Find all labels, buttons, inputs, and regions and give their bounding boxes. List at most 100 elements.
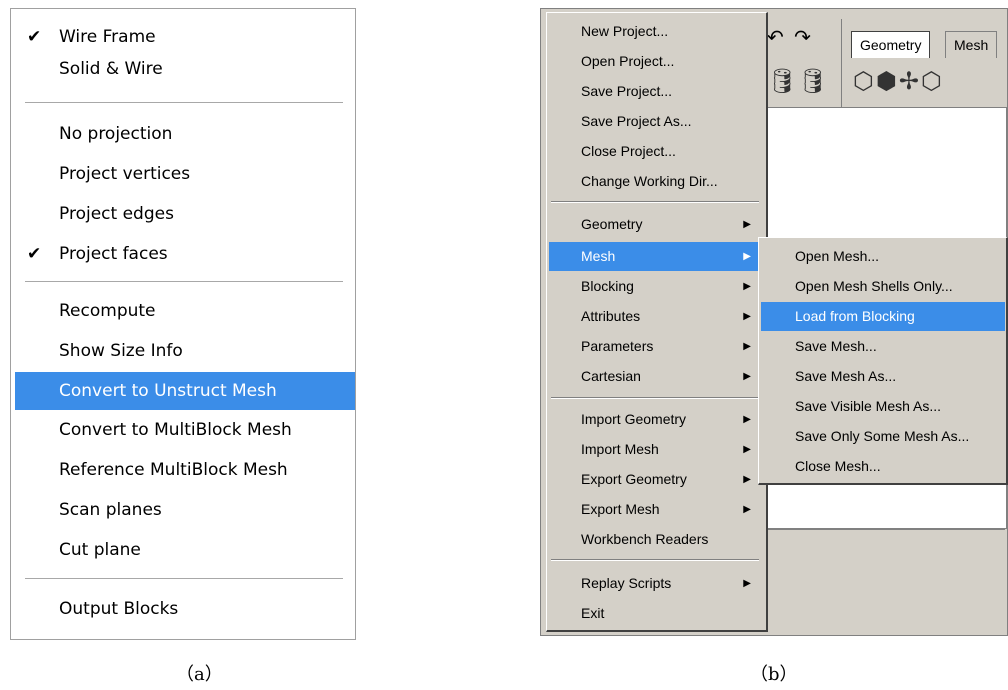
menu-item-change-working-dir[interactable]: Change Working Dir... <box>549 167 763 196</box>
menu-item-label: Save Mesh As... <box>795 368 897 384</box>
display-mode-icons[interactable]: 🛢🛢 <box>767 67 828 95</box>
menu-item-label: Convert to MultiBlock Mesh <box>59 420 292 440</box>
menu-item-label: Change Working Dir... <box>581 173 718 189</box>
menu-item-label: Recompute <box>59 301 156 321</box>
menu-item-label: Close Project... <box>581 143 676 159</box>
submenu-arrow-icon: ▶ <box>743 474 751 485</box>
menu-item-label: Save Project As... <box>581 113 692 129</box>
menu-item-project-edges[interactable]: Project edges <box>11 198 355 230</box>
menu-item-label: Project edges <box>59 204 174 224</box>
menu-item-replay-scripts[interactable]: Replay Scripts ▶ <box>549 569 763 598</box>
menu-item-mesh[interactable]: Mesh ▶ <box>549 242 763 271</box>
menu-item-project-faces[interactable]: ✔ Project faces <box>11 238 355 270</box>
menu-item-project-vertices[interactable]: Project vertices <box>11 158 355 190</box>
menu-item-parameters[interactable]: Parameters ▶ <box>549 332 763 361</box>
menu-item-show-size-info[interactable]: Show Size Info <box>11 335 355 367</box>
menu-item-exit[interactable]: Exit <box>549 599 763 628</box>
menu-item-output-blocks[interactable]: Output Blocks <box>11 593 355 625</box>
menu-item-label: Mesh <box>581 248 616 264</box>
submenu-item-load-from-blocking[interactable]: Load from Blocking <box>761 302 1005 331</box>
menu-item-no-projection[interactable]: No projection <box>11 118 355 150</box>
menu-item-label: Cartesian <box>581 368 641 384</box>
submenu-item-open-mesh-shells[interactable]: Open Mesh Shells Only... <box>761 272 1005 301</box>
checkmark-icon: ✔ <box>27 27 42 47</box>
submenu-arrow-icon: ▶ <box>743 311 751 322</box>
submenu-item-save-mesh[interactable]: Save Mesh... <box>761 332 1005 361</box>
menu-item-label: No projection <box>59 124 173 144</box>
menu-item-label: Save Visible Mesh As... <box>795 398 942 414</box>
menu-item-convert-unstruct-mesh[interactable]: Convert to Unstruct Mesh <box>15 372 355 410</box>
tab-mesh[interactable]: Mesh <box>945 31 998 58</box>
menu-item-label: Attributes <box>581 308 641 324</box>
menu-separator <box>25 578 343 580</box>
menu-item-label: Scan planes <box>59 500 162 520</box>
tab-geometry[interactable]: Geometry <box>851 31 931 58</box>
menu-item-export-geometry[interactable]: Export Geometry ▶ <box>549 465 763 494</box>
menu-item-import-mesh[interactable]: Import Mesh ▶ <box>549 435 763 464</box>
menu-item-label: Convert to Unstruct Mesh <box>59 381 277 401</box>
menu-separator <box>551 397 759 399</box>
menu-item-label: Save Mesh... <box>795 338 877 354</box>
menu-item-label: Import Geometry <box>581 411 687 427</box>
menu-item-label: Workbench Readers <box>581 531 709 547</box>
menu-item-attributes[interactable]: Attributes ▶ <box>549 302 763 331</box>
menu-item-close-project[interactable]: Close Project... <box>549 137 763 166</box>
submenu-item-close-mesh[interactable]: Close Mesh... <box>761 452 1005 481</box>
menu-item-label: Replay Scripts <box>581 575 672 591</box>
menu-item-label: Parameters <box>581 338 654 354</box>
submenu-item-open-mesh[interactable]: Open Mesh... <box>761 242 1005 271</box>
submenu-arrow-icon: ▶ <box>743 504 751 515</box>
menu-item-wire-frame[interactable]: ✔ Wire Frame <box>11 21 355 53</box>
submenu-item-save-visible-mesh-as[interactable]: Save Visible Mesh As... <box>761 392 1005 421</box>
undo-redo-icons[interactable]: ↶ ↷ <box>767 25 813 49</box>
menu-separator <box>551 201 759 203</box>
file-menu: New Project... Open Project... Save Proj… <box>546 12 768 632</box>
menu-item-solid-wire[interactable]: Solid & Wire <box>11 53 355 85</box>
geometry-tool-icons[interactable]: ⬡⬢✢⬡ <box>853 67 944 95</box>
menu-item-label: Exit <box>581 605 605 621</box>
menu-item-label: Geometry <box>581 216 643 232</box>
menu-item-label: Cut plane <box>59 540 141 560</box>
menu-separator <box>25 102 343 104</box>
submenu-item-save-only-some-mesh-as[interactable]: Save Only Some Mesh As... <box>761 422 1005 451</box>
menu-item-label: Export Mesh <box>581 501 660 517</box>
menu-item-new-project[interactable]: New Project... <box>549 17 763 46</box>
menu-item-save-project[interactable]: Save Project... <box>549 77 763 106</box>
submenu-arrow-icon: ▶ <box>743 341 751 352</box>
menu-item-save-project-as[interactable]: Save Project As... <box>549 107 763 136</box>
submenu-arrow-icon: ▶ <box>743 414 751 425</box>
menu-item-label: Import Mesh <box>581 441 659 457</box>
menu-item-recompute[interactable]: Recompute <box>11 295 355 327</box>
submenu-arrow-icon: ▶ <box>743 578 751 589</box>
submenu-arrow-icon: ▶ <box>743 444 751 455</box>
menu-item-label: Output Blocks <box>59 599 179 619</box>
submenu-arrow-icon: ▶ <box>743 371 751 382</box>
menu-item-geometry[interactable]: Geometry ▶ <box>549 210 763 239</box>
menu-item-label: Save Only Some Mesh As... <box>795 428 970 444</box>
menu-item-export-mesh[interactable]: Export Mesh ▶ <box>549 495 763 524</box>
menu-item-scan-planes[interactable]: Scan planes <box>11 494 355 526</box>
menu-item-label: Export Geometry <box>581 471 687 487</box>
menu-item-import-geometry[interactable]: Import Geometry ▶ <box>549 405 763 434</box>
submenu-arrow-icon: ▶ <box>743 251 751 262</box>
menu-item-label: Close Mesh... <box>795 458 881 474</box>
menu-item-label: Wire Frame <box>59 27 156 47</box>
menu-item-label: Reference MultiBlock Mesh <box>59 460 288 480</box>
menu-item-cartesian[interactable]: Cartesian ▶ <box>549 362 763 391</box>
menu-item-label: Load from Blocking <box>795 308 915 324</box>
menu-item-label: Open Mesh... <box>795 248 880 264</box>
menu-separator <box>25 281 343 283</box>
menu-item-convert-multiblock-mesh[interactable]: Convert to MultiBlock Mesh <box>11 414 355 446</box>
menu-item-open-project[interactable]: Open Project... <box>549 47 763 76</box>
menu-item-blocking[interactable]: Blocking ▶ <box>549 272 763 301</box>
menu-item-label: Save Project... <box>581 83 673 99</box>
menu-item-workbench-readers[interactable]: Workbench Readers <box>549 525 763 554</box>
menu-item-label: New Project... <box>581 23 669 39</box>
caption-a: （a） <box>176 664 223 685</box>
submenu-item-save-mesh-as[interactable]: Save Mesh As... <box>761 362 1005 391</box>
menu-item-label: Open Mesh Shells Only... <box>795 278 953 294</box>
menu-item-reference-multiblock-mesh[interactable]: Reference MultiBlock Mesh <box>11 454 355 486</box>
submenu-arrow-icon: ▶ <box>743 281 751 292</box>
menu-item-cut-plane[interactable]: Cut plane <box>11 534 355 566</box>
menu-item-label: Show Size Info <box>59 341 183 361</box>
